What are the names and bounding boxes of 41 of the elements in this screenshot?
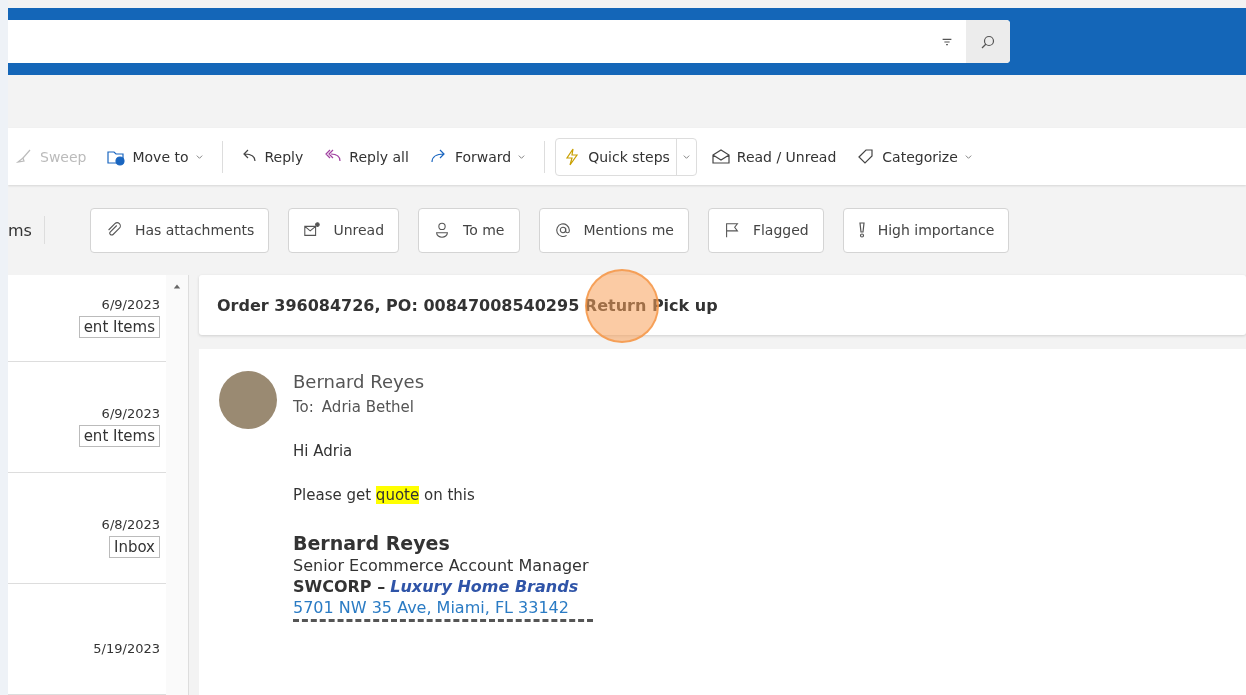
folder-tag: Inbox — [108, 536, 160, 559]
toolbar-button[interactable]: Reply — [232, 140, 310, 173]
filter-chip[interactable]: Flagged — [707, 207, 824, 253]
sender-name: Bernard Reyes — [293, 371, 426, 392]
filter-chip[interactable]: Unread — [288, 207, 400, 253]
caret-icon — [517, 152, 527, 161]
exclamation-icon — [857, 221, 866, 239]
address-link[interactable]: 5701 NW 35 Ave, Miami, FL 33142 — [293, 598, 593, 617]
message-date: 5/19/2023 — [93, 641, 160, 657]
caret-icon — [963, 152, 973, 161]
to-label: To: — [293, 398, 314, 416]
search-icon — [980, 33, 996, 50]
toolbar-button[interactable]: Move to — [100, 140, 210, 173]
caret-icon — [681, 152, 691, 161]
filter-chip[interactable]: High importance — [842, 207, 1010, 253]
filter-chip[interactable]: To me — [418, 207, 520, 253]
toolbar-button[interactable]: Categorize — [850, 140, 979, 173]
envelope-icon — [303, 221, 322, 239]
filter-label: ms — [8, 220, 32, 240]
message-date: 6/9/2023 — [101, 297, 160, 313]
caret-icon — [194, 152, 204, 161]
toolbar-button[interactable]: Reply all — [317, 140, 415, 173]
folder-tag: ent Items — [78, 425, 160, 448]
avatar — [219, 371, 277, 429]
filter-chip[interactable]: Mentions me — [538, 207, 689, 253]
at-sign-icon — [553, 221, 572, 239]
signature-company: SWCORP – Luxury Home Brands — [293, 577, 580, 596]
body-text: Please get quote on this — [293, 486, 476, 504]
toolbar-button[interactable]: Read / Unread — [704, 140, 843, 173]
filter-chip[interactable]: Has attachments — [89, 207, 270, 253]
search-field[interactable] — [8, 20, 1010, 63]
greeting-text: Hi Adria — [293, 442, 354, 460]
search-button[interactable] — [966, 20, 1010, 63]
signature-name: Bernard Reyes — [293, 532, 451, 554]
scroll-up-icon[interactable] — [173, 283, 181, 291]
folder-tag: ent Items — [78, 316, 160, 339]
message-date: 6/8/2023 — [101, 517, 160, 533]
message-date: 6/9/2023 — [101, 406, 160, 422]
signature-title: Senior Ecommerce Account Manager — [293, 556, 590, 575]
toolbar-button[interactable]: Forward — [422, 140, 533, 173]
recipient-name: Adria Bethel — [321, 398, 414, 416]
